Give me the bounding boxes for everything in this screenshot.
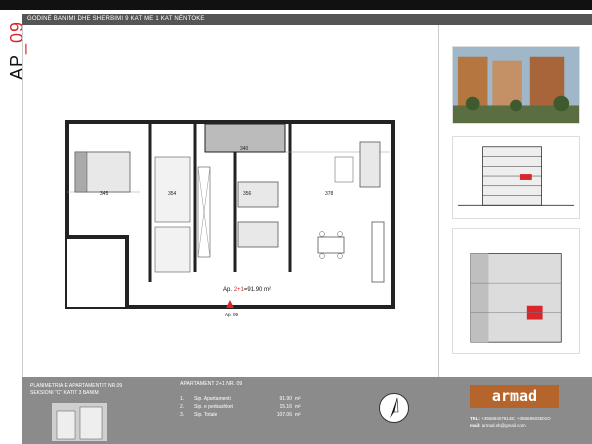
- top-black-bar: [0, 0, 592, 10]
- area-row: 2. Sip. e perbashket 15.16 m²: [180, 404, 301, 410]
- entrance-label: Ap. 09: [225, 312, 239, 317]
- building-render: [452, 46, 580, 124]
- apartment-area-tag: Ap. 2+1=91.90 m²: [223, 287, 272, 293]
- entrance-marker: [226, 300, 234, 308]
- area-summary-title: APARTAMENT 2+1 NR. 09: [180, 381, 243, 387]
- area-row: 1. Sip. Apartamenti 91.90 m²: [180, 396, 301, 402]
- bathroom: [154, 226, 191, 273]
- footer-title-line1: PLANIMETRIA E APARTAMENTIT NR.09: [30, 383, 123, 389]
- dimension-label: 340: [240, 146, 249, 152]
- header-title: GODINË BANIMI DHE SHERBIMI 9 KAT ME 1 KA…: [22, 14, 592, 25]
- email-address: armad.sh@gmail.com: [481, 423, 526, 428]
- armad-logo: armad: [470, 385, 559, 408]
- dimension-label: 354: [168, 191, 177, 197]
- bathroom: [154, 156, 191, 223]
- building-thumbnail: [52, 403, 107, 441]
- dimension-label: 345: [100, 191, 109, 197]
- phone-numbers: +35569407814E; +35569603501O: [481, 416, 551, 421]
- footer-title-line2: SEKSIONI "C" KATIT 3 BANIM: [30, 390, 99, 396]
- sheet-divider: [438, 25, 439, 377]
- dimension-label: 378: [325, 191, 334, 197]
- area-row: 3. Sip. Totale 107.06 m²: [180, 412, 301, 418]
- footer-title: PLANIMETRIA E APARTAMENTIT NR.09 SEKSION…: [30, 383, 122, 397]
- contact-info: TEL: +35569407814E; +35569603501O mail: …: [470, 416, 551, 428]
- key-plan: [452, 228, 580, 354]
- dimension-label: 356: [243, 191, 252, 197]
- section-drawing: [452, 136, 580, 219]
- bed-icon: [237, 221, 279, 248]
- floor-plan: 345 354 356 378 340: [65, 120, 395, 309]
- compass-icon: [379, 393, 409, 423]
- dining-table-icon: [317, 236, 345, 254]
- footer-panel: PLANIMETRIA E APARTAMENTIT NR.09 SEKSION…: [22, 377, 592, 444]
- area-summary: APARTAMENT 2+1 NR. 09 1. Sip. Apartament…: [180, 381, 380, 419]
- kitchen-counter: [371, 221, 385, 283]
- sofa-icon: [359, 141, 381, 188]
